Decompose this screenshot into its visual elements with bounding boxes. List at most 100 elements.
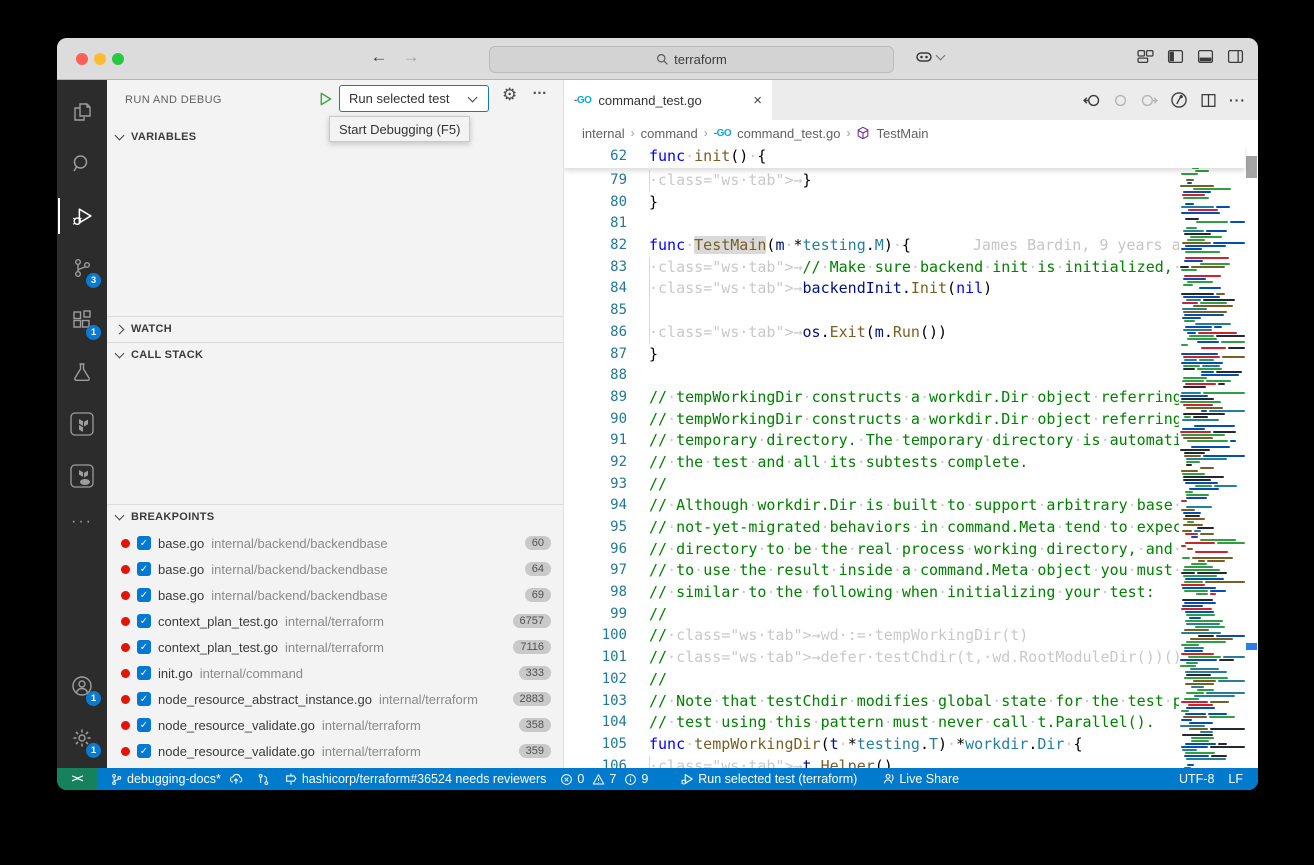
- live-share-button[interactable]: Live Share: [874, 768, 966, 790]
- sidebar-item-explorer[interactable]: [58, 86, 106, 138]
- breakpoint-row[interactable]: ✓node_resource_abstract_instance.gointer…: [107, 686, 563, 712]
- line-number[interactable]: 80: [564, 192, 627, 214]
- sidebar-item-testing[interactable]: [58, 346, 106, 398]
- code-line[interactable]: 89//·tempWorkingDir·constructs·a·workdir…: [564, 387, 1258, 409]
- debug-configuration-dropdown[interactable]: Run selected test: [339, 85, 489, 112]
- line-number[interactable]: 100: [564, 625, 627, 647]
- commit-graph-icon[interactable]: [1170, 91, 1188, 109]
- breakpoint-row[interactable]: ✓node_resource_validate.gointernal/terra…: [107, 738, 563, 764]
- line-number[interactable]: 88: [564, 365, 627, 387]
- customize-layout-icon[interactable]: [1137, 48, 1154, 65]
- code-line[interactable]: 105func·tempWorkingDir(t·*testing.T)·*wo…: [564, 734, 1258, 756]
- line-number[interactable]: 86: [564, 322, 627, 344]
- line-number[interactable]: 97: [564, 560, 627, 582]
- line-number[interactable]: 96: [564, 539, 627, 561]
- breadcrumb-symbol[interactable]: TestMain: [876, 126, 928, 141]
- breakpoint-row[interactable]: ✓init.gointernal/command333: [107, 660, 563, 686]
- code-line[interactable]: 94//·Although·workdir.Dir·is·built·to·su…: [564, 495, 1258, 517]
- remote-indicator[interactable]: ><: [57, 768, 97, 790]
- section-watch[interactable]: WATCH: [107, 316, 563, 341]
- line-number[interactable]: 89: [564, 387, 627, 409]
- start-debugging-button[interactable]: [313, 86, 337, 112]
- line-number[interactable]: 98: [564, 582, 627, 604]
- sidebar-item-search[interactable]: [58, 138, 106, 190]
- split-editor-icon[interactable]: [1200, 92, 1217, 109]
- code-line[interactable]: 82func·TestMain(m·*testing.M)·{James Bar…: [564, 235, 1258, 257]
- sidebar-item-extensions[interactable]: 1: [58, 294, 106, 346]
- sidebar-item-hcp-terraform[interactable]: [58, 450, 106, 502]
- section-call-stack[interactable]: CALL STACK: [107, 342, 563, 367]
- scrollbar-thumb[interactable]: [1246, 156, 1257, 178]
- line-number[interactable]: 85: [564, 300, 627, 322]
- breakpoint-row[interactable]: ✓node_resource_validate.gointernal/terra…: [107, 712, 563, 738]
- code-line[interactable]: 62func·init()·{: [564, 146, 766, 168]
- breadcrumb-file[interactable]: command_test.go: [737, 126, 840, 141]
- close-window-button[interactable]: [76, 53, 88, 65]
- line-number[interactable]: 103: [564, 691, 627, 713]
- breakpoint-checkbox[interactable]: ✓: [137, 562, 151, 576]
- breakpoint-row[interactable]: ✓context_plan_test.gointernal/terraform7…: [107, 634, 563, 660]
- code-line[interactable]: 86·class="ws·tab">→os.Exit(m.Run()): [564, 322, 1258, 344]
- branch-indicator[interactable]: debugging-docs*: [103, 768, 250, 790]
- line-number[interactable]: 82: [564, 235, 627, 257]
- code-line[interactable]: 97//·to·use·the·result·inside·a·command.…: [564, 560, 1258, 582]
- pull-request-status[interactable]: hashicorp/terraform#36524 needs reviewer…: [277, 768, 554, 790]
- line-number[interactable]: 91: [564, 430, 627, 452]
- eol-indicator[interactable]: LF: [1221, 768, 1250, 790]
- toggle-secondary-sidebar-icon[interactable]: [1227, 48, 1244, 65]
- breakpoint-checkbox[interactable]: ✓: [137, 614, 151, 628]
- line-number[interactable]: 92: [564, 452, 627, 474]
- breakpoint-row[interactable]: ✓base.gointernal/backend/backendbase69: [107, 582, 563, 608]
- manage-button[interactable]: 1: [58, 712, 106, 764]
- breadcrumb-folder[interactable]: internal: [582, 126, 625, 141]
- breakpoint-checkbox[interactable]: ✓: [137, 588, 151, 602]
- history-forward-button[interactable]: →: [399, 47, 423, 67]
- line-number[interactable]: 90: [564, 409, 627, 431]
- breakpoint-row[interactable]: ✓base.gointernal/backend/backendbase64: [107, 556, 563, 582]
- line-number[interactable]: 81: [564, 213, 627, 235]
- code-line[interactable]: 98//·similar·to·the·following·when·initi…: [564, 582, 1258, 604]
- toggle-primary-sidebar-icon[interactable]: [1167, 48, 1184, 65]
- line-number[interactable]: 94: [564, 495, 627, 517]
- code-line[interactable]: 91//·temporary·directory.·The·temporary·…: [564, 430, 1258, 452]
- breakpoint-checkbox[interactable]: ✓: [137, 744, 151, 758]
- section-breakpoints[interactable]: BREAKPOINTS: [107, 504, 563, 529]
- breakpoint-checkbox[interactable]: ✓: [137, 640, 151, 654]
- sidebar-item-run-and-debug[interactable]: [58, 190, 106, 242]
- more-actions-button[interactable]: ···: [1229, 92, 1246, 108]
- tab-command-test-go[interactable]: -GO command_test.go ×: [564, 80, 772, 120]
- line-number[interactable]: 99: [564, 604, 627, 626]
- code-line[interactable]: 88: [564, 365, 1258, 387]
- line-number[interactable]: 106: [564, 756, 627, 768]
- line-number[interactable]: 104: [564, 712, 627, 734]
- breakpoint-checkbox[interactable]: ✓: [137, 666, 151, 680]
- sticky-scroll-line[interactable]: 62func·init()·{: [564, 146, 1245, 168]
- code-line[interactable]: 84·class="ws·tab">→backendInit.Init(nil): [564, 278, 1258, 300]
- code-line[interactable]: 81: [564, 213, 1258, 235]
- minimize-window-button[interactable]: [94, 53, 106, 65]
- line-number[interactable]: 105: [564, 734, 627, 756]
- code-line[interactable]: 85: [564, 300, 1258, 322]
- line-number[interactable]: 102: [564, 669, 627, 691]
- command-center-search[interactable]: terraform: [489, 46, 894, 73]
- views-and-more-actions-button[interactable]: …: [532, 81, 548, 98]
- encoding-indicator[interactable]: UTF-8: [1172, 768, 1221, 790]
- problems-status[interactable]: 0 7 9: [553, 768, 655, 790]
- code-line[interactable]: 96//·directory·to·be·the·real·process·wo…: [564, 539, 1258, 561]
- breakpoint-row[interactable]: ✓context_plan_test.gointernal/terraform6…: [107, 608, 563, 634]
- zoom-window-button[interactable]: [112, 53, 124, 65]
- code-line[interactable]: 102//: [564, 669, 1258, 691]
- code-editor[interactable]: 79·class="ws·tab">→}80}8182func·TestMain…: [564, 146, 1258, 768]
- code-line[interactable]: 103//·Note·that·testChdir·modifies·globa…: [564, 691, 1258, 713]
- code-line[interactable]: 101//·class="ws·tab">→defer·testChdir(t,…: [564, 647, 1258, 669]
- code-line[interactable]: 83·class="ws·tab">→//·Make·sure·backend·…: [564, 257, 1258, 279]
- line-number[interactable]: 84: [564, 278, 627, 300]
- breakpoint-row[interactable]: ✓base.gointernal/backend/backendbase60: [107, 530, 563, 556]
- code-line[interactable]: 93//: [564, 474, 1258, 496]
- breakpoint-checkbox[interactable]: ✓: [137, 692, 151, 706]
- code-line[interactable]: 106·class="ws·tab">→t.Helper(): [564, 756, 1258, 768]
- line-number[interactable]: 83: [564, 257, 627, 279]
- breadcrumb-folder[interactable]: command: [641, 126, 698, 141]
- copilot-menu-button[interactable]: [914, 47, 944, 67]
- close-tab-icon[interactable]: ×: [753, 92, 762, 109]
